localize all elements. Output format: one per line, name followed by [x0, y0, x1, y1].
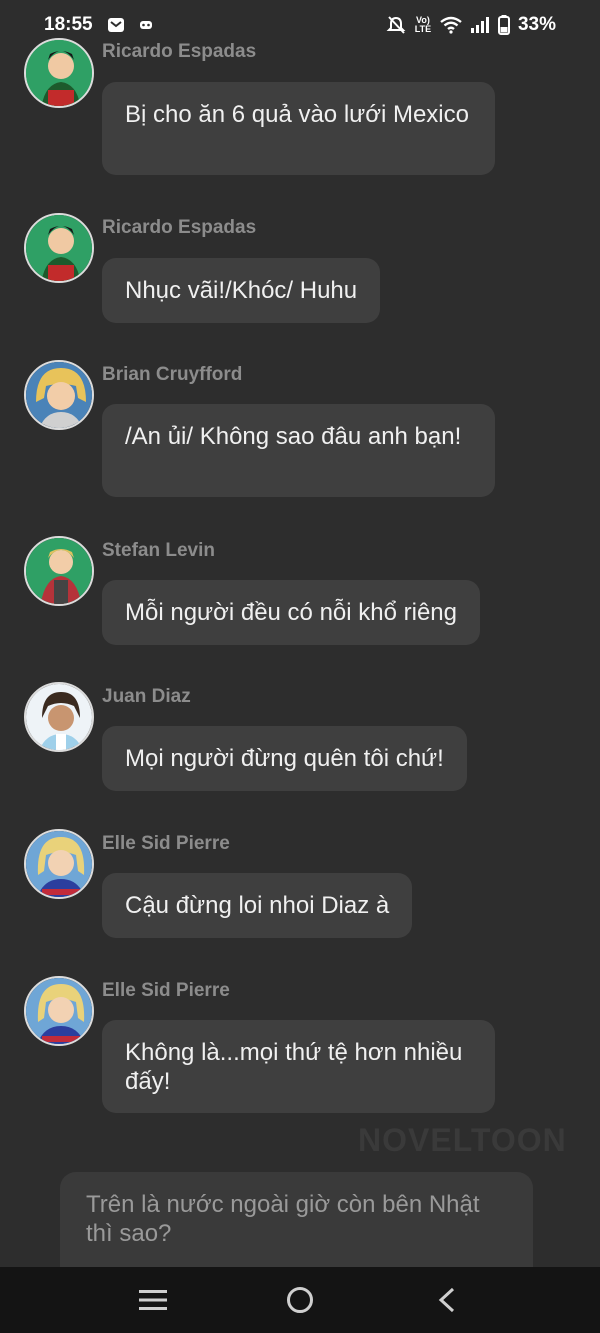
message-bubble[interactable]: Nhục vãi!/Khóc/ Huhu	[102, 258, 381, 323]
battery-percent: 33%	[517, 14, 556, 35]
message-composer[interactable]: Trên là nước ngoài giờ còn bên Nhật thì …	[60, 1172, 533, 1267]
system-nav-bar	[0, 1267, 600, 1333]
sender-name: Brian Cruyfford	[102, 364, 243, 385]
avatar-elle[interactable]	[24, 976, 94, 1046]
sender-name: Stefan Levin	[102, 540, 215, 561]
volte-icon: Vo) LTE	[414, 15, 432, 34]
home-icon[interactable]	[278, 1278, 322, 1322]
sender-name: Ricardo Espadas	[102, 217, 257, 238]
message-bubble[interactable]: Cậu đừng loi nhoi Diaz à	[102, 873, 413, 938]
back-icon[interactable]	[425, 1278, 469, 1322]
wifi-icon	[440, 16, 462, 34]
sender-name: Elle Sid Pierre	[102, 980, 230, 1001]
inbox-icon	[107, 16, 125, 34]
signal-icon	[470, 16, 490, 34]
status-bar: 18:55 Vo) LTE 33%	[0, 0, 600, 50]
battery-icon	[497, 15, 510, 35]
avatar-stefan[interactable]	[24, 536, 94, 606]
avatar-juan[interactable]	[24, 682, 94, 752]
message-bubble[interactable]: /An ủi/ Không sao đâu anh bạn!	[102, 404, 495, 497]
message-bubble[interactable]: Bị cho ăn 6 quả vào lưới Mexico	[102, 82, 495, 175]
menu-icon[interactable]	[131, 1278, 175, 1322]
avatar-elle[interactable]	[24, 829, 94, 899]
sender-name: Juan Diaz	[102, 686, 191, 707]
avatar-brian[interactable]	[24, 360, 94, 430]
game-icon	[139, 18, 153, 32]
mute-icon	[386, 15, 406, 35]
message-bubble[interactable]: Không là...mọi thứ tệ hơn nhiều đấy!	[102, 1020, 495, 1113]
avatar-ricardo[interactable]	[24, 213, 94, 283]
avatar-ricardo[interactable]	[24, 38, 94, 108]
sender-name: Elle Sid Pierre	[102, 833, 230, 854]
message-bubble[interactable]: Mọi người đừng quên tôi chứ!	[102, 726, 467, 791]
watermark-logo: NOVELTOON	[358, 1122, 567, 1158]
status-time: 18:55	[44, 14, 93, 35]
message-bubble[interactable]: Mỗi người đều có nỗi khổ riêng	[102, 580, 480, 645]
sender-name: Ricardo Espadas	[102, 41, 257, 62]
